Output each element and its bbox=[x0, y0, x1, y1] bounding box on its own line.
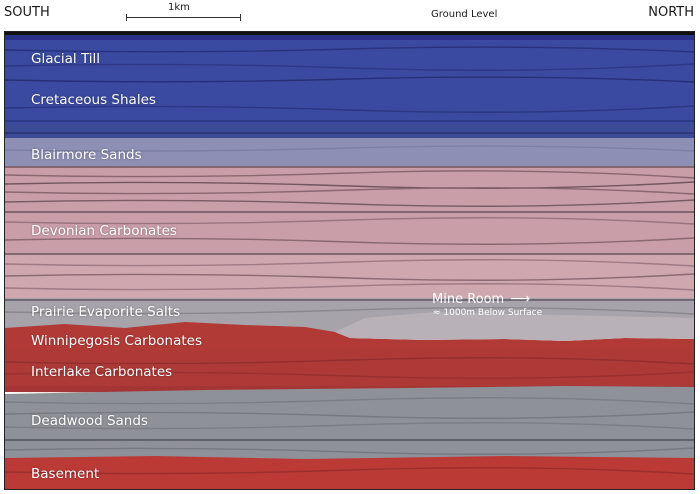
mine-room-label: Mine Room bbox=[432, 291, 505, 307]
geologic-cross-section: Glacial Till Cretaceous Shales Blairmore… bbox=[4, 31, 695, 490]
arrow-right-icon: ⟶ bbox=[510, 291, 531, 307]
mine-depth-label: ≈ 1000m Below Surface bbox=[433, 308, 543, 318]
layer-label-glacial-till: Glacial Till bbox=[31, 51, 101, 67]
layer-label-cretaceous-shales: Cretaceous Shales bbox=[31, 92, 156, 108]
layer-label-deadwood-sands: Deadwood Sands bbox=[31, 413, 148, 429]
layer-label-devonian-carbonates: Devonian Carbonates bbox=[31, 223, 177, 239]
scale-label: 1km bbox=[168, 2, 190, 13]
layer-fill-basement bbox=[5, 456, 694, 489]
ground-level-label: Ground Level bbox=[431, 9, 498, 20]
layer-label-interlake-carbonates: Interlake Carbonates bbox=[31, 364, 173, 380]
north-label: NORTH bbox=[648, 5, 694, 20]
layer-label-winnipegosis-carbonates: Winnipegosis Carbonates bbox=[31, 333, 203, 349]
scale-bar bbox=[126, 14, 241, 21]
layer-label-basement: Basement bbox=[31, 466, 100, 482]
mine-room-annotation: Mine Room ⟶ ≈ 1000m Below Surface bbox=[432, 291, 542, 318]
south-label: SOUTH bbox=[4, 5, 50, 20]
layer-label-prairie-evaporite-salts: Prairie Evaporite Salts bbox=[31, 304, 181, 320]
layer-label-blairmore-sands: Blairmore Sands bbox=[31, 147, 142, 163]
